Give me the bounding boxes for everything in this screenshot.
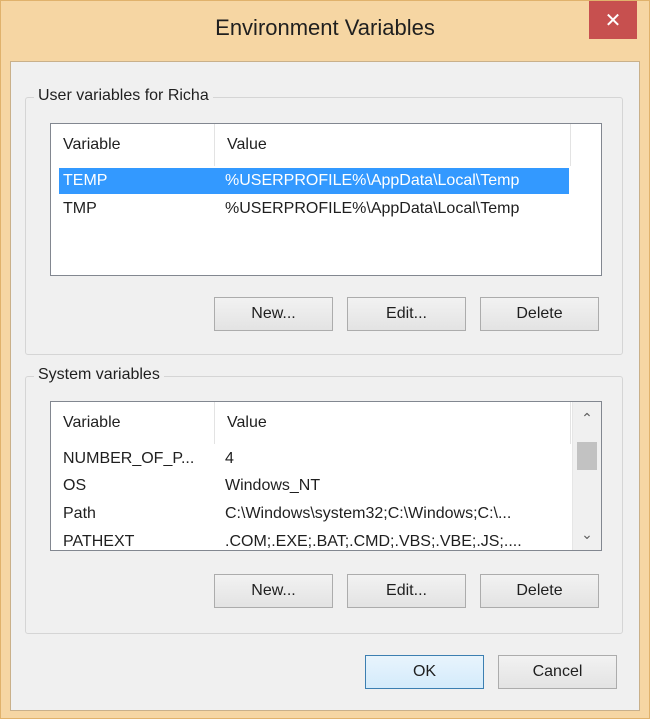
system-edit-button[interactable]: Edit... — [347, 574, 466, 608]
variable-value-cell: .COM;.EXE;.BAT;.CMD;.VBS;.VBE;.JS;.... — [225, 533, 522, 550]
table-row[interactable]: NUMBER_OF_P... 4 — [59, 446, 569, 472]
window-title: Environment Variables — [215, 15, 435, 40]
vertical-scrollbar[interactable]: ⌃ ⌄ — [572, 402, 601, 550]
variable-name-cell: TEMP — [63, 172, 108, 189]
variable-value-cell: %USERPROFILE%\AppData\Local\Temp — [225, 200, 520, 217]
table-row[interactable]: Path C:\Windows\system32;C:\Windows;C:\.… — [59, 501, 569, 527]
column-header-value[interactable]: Value — [215, 402, 571, 444]
user-variables-list[interactable]: Variable Value TEMP %USERPROFILE%\AppDat… — [50, 123, 602, 276]
variable-name-cell: NUMBER_OF_P... — [63, 450, 195, 467]
variable-value-cell: 4 — [225, 450, 234, 467]
user-variables-list-header: Variable Value — [51, 124, 601, 166]
system-variables-group-label: System variables — [34, 366, 164, 384]
variable-name-cell: OS — [63, 477, 87, 494]
user-variables-group-label: User variables for Richa — [34, 87, 213, 105]
system-variables-list[interactable]: Variable Value NUMBER_OF_P... 4 OS Windo… — [50, 401, 602, 551]
environment-variables-dialog: Environment Variables ✕ User variables f… — [0, 0, 650, 719]
table-row[interactable]: TEMP %USERPROFILE%\AppData\Local\Temp — [59, 168, 569, 194]
system-variables-list-header: Variable Value — [51, 402, 601, 444]
column-header-variable[interactable]: Variable — [51, 124, 215, 166]
variable-name-cell: TMP — [63, 200, 97, 217]
table-row[interactable]: TMP %USERPROFILE%\AppData\Local\Temp — [59, 196, 569, 222]
column-header-value[interactable]: Value — [215, 124, 571, 166]
user-new-button[interactable]: New... — [214, 297, 333, 331]
variable-value-cell: Windows_NT — [225, 477, 321, 494]
cancel-button[interactable]: Cancel — [498, 655, 617, 689]
scroll-down-icon[interactable]: ⌄ — [573, 522, 601, 546]
column-header-variable[interactable]: Variable — [51, 402, 215, 444]
table-row[interactable]: PATHEXT .COM;.EXE;.BAT;.CMD;.VBS;.VBE;.J… — [59, 529, 569, 550]
title-bar[interactable]: Environment Variables ✕ — [1, 1, 649, 57]
variable-value-cell: %USERPROFILE%\AppData\Local\Temp — [225, 172, 520, 189]
user-delete-button[interactable]: Delete — [480, 297, 599, 331]
close-button[interactable]: ✕ — [589, 1, 637, 39]
close-icon: ✕ — [604, 9, 622, 32]
ok-button[interactable]: OK — [365, 655, 484, 689]
scroll-thumb[interactable] — [577, 442, 597, 470]
user-edit-button[interactable]: Edit... — [347, 297, 466, 331]
scroll-up-icon[interactable]: ⌃ — [573, 406, 601, 430]
variable-value-cell: C:\Windows\system32;C:\Windows;C:\... — [225, 505, 512, 522]
table-row[interactable]: OS Windows_NT — [59, 473, 569, 499]
system-new-button[interactable]: New... — [214, 574, 333, 608]
system-delete-button[interactable]: Delete — [480, 574, 599, 608]
variable-name-cell: PATHEXT — [63, 533, 135, 550]
variable-name-cell: Path — [63, 505, 96, 522]
